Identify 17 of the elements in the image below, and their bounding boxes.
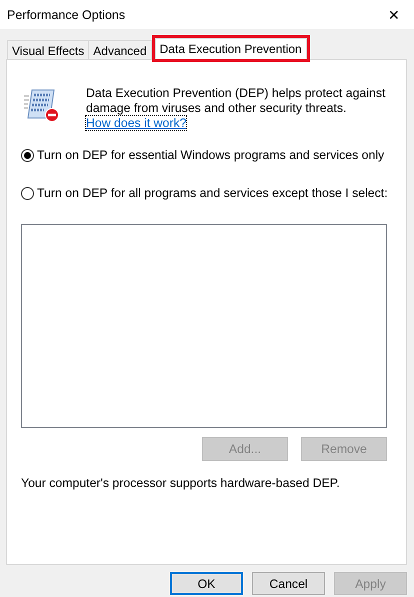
help-link[interactable]: How does it work? (86, 116, 186, 130)
dialog-button[interactable]: Cancel (252, 572, 325, 595)
radio-label: Turn on DEP for essential Windows programs and services only (37, 148, 384, 162)
status-text: Your computer's processor supports hardware-based DEP. (21, 476, 341, 490)
radio-button[interactable] (21, 186, 34, 200)
radio-button[interactable] (21, 148, 34, 162)
radio-option[interactable]: Turn on DEP for essential Windows programs and services only (21, 141, 387, 169)
tab[interactable]: Visual Effects (7, 40, 90, 59)
tab[interactable]: Advanced (88, 40, 152, 59)
radio-label: Turn on DEP for all programs and services except those I select: (37, 186, 388, 200)
binary-document-icon (24, 88, 60, 122)
description-text: Data Execution Prevention (DEP) helps protect against damage from viruses and other security threats. How does it work? (86, 86, 386, 131)
window-title: Performance Options (7, 8, 126, 22)
dialog-button[interactable]: OK (170, 572, 243, 595)
radio-option[interactable]: Turn on DEP for all programs and services except those I select: (21, 179, 387, 207)
close-button[interactable]: ✕ (374, 0, 414, 29)
tab[interactable]: Data Execution Prevention (154, 38, 307, 59)
